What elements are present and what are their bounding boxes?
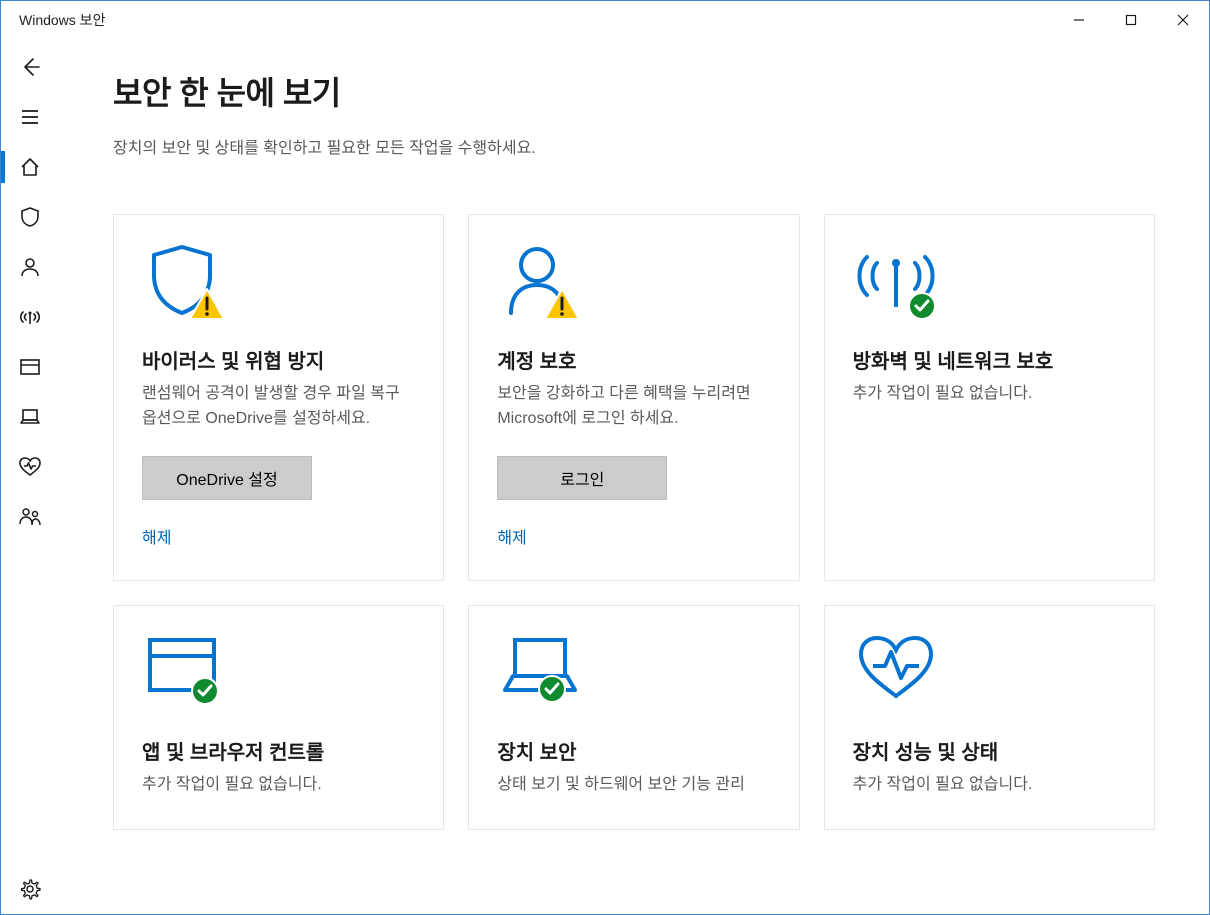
shield-icon xyxy=(19,206,41,228)
check-badge-icon xyxy=(907,291,937,321)
tile-account-protection[interactable]: 계정 보호 보안을 강화하고 다른 혜택을 누리려면 Microsoft에 로그… xyxy=(468,214,799,581)
minimize-button[interactable] xyxy=(1053,1,1105,38)
app-window-icon xyxy=(19,357,41,377)
page-subtitle: 장치의 보안 및 상태를 확인하고 필요한 모든 작업을 수행하세요. xyxy=(113,134,1155,158)
login-button[interactable]: 로그인 xyxy=(497,456,667,500)
nav-home[interactable] xyxy=(1,142,59,192)
heart-pulse-large-icon xyxy=(853,634,933,708)
check-badge-icon xyxy=(190,676,220,706)
warning-badge-icon xyxy=(188,287,226,321)
shield-warning-icon xyxy=(142,243,222,317)
nav-device-health[interactable] xyxy=(1,442,59,492)
person-icon xyxy=(19,256,41,278)
back-button[interactable] xyxy=(1,42,59,92)
tile-title: 장치 성능 및 상태 xyxy=(853,736,1126,765)
tile-desc: 추가 작업이 필요 없습니다. xyxy=(142,773,415,798)
gear-icon xyxy=(19,878,41,900)
app-window-ok-icon xyxy=(142,634,222,708)
window-title: Windows 보안 xyxy=(19,10,105,30)
maximize-button[interactable] xyxy=(1105,1,1157,38)
nav-rail xyxy=(1,38,59,914)
minimize-icon xyxy=(1073,14,1085,26)
nav-app-browser[interactable] xyxy=(1,342,59,392)
tiles-grid: 바이러스 및 위협 방지 랜섬웨어 공격이 발생할 경우 파일 복구 옵션으로 … xyxy=(113,214,1155,830)
tile-desc: 랜섬웨어 공격이 발생할 경우 파일 복구 옵션으로 OneDrive를 설정하… xyxy=(142,382,415,432)
heart-pulse-icon xyxy=(18,456,42,478)
network-icon xyxy=(18,306,42,328)
titlebar: Windows 보안 xyxy=(1,1,1209,38)
tile-desc: 추가 작업이 필요 없습니다. xyxy=(853,382,1126,407)
person-warning-icon xyxy=(497,243,577,317)
hamburger-icon xyxy=(20,107,40,127)
close-button[interactable] xyxy=(1157,1,1209,38)
tile-desc: 추가 작업이 필요 없습니다. xyxy=(853,773,1126,798)
tile-desc: 상태 보기 및 하드웨어 보안 기능 관리 xyxy=(497,773,770,798)
tile-virus-protection[interactable]: 바이러스 및 위협 방지 랜섬웨어 공격이 발생할 경우 파일 복구 옵션으로 … xyxy=(113,214,444,581)
tile-device-health[interactable]: 장치 성능 및 상태 추가 작업이 필요 없습니다. xyxy=(824,605,1155,831)
tile-desc: 보안을 강화하고 다른 혜택을 누리려면 Microsoft에 로그인 하세요. xyxy=(497,382,770,432)
dismiss-link[interactable]: 해제 xyxy=(497,524,770,548)
warning-badge-icon xyxy=(543,287,581,321)
nav-device-security[interactable] xyxy=(1,392,59,442)
tile-firewall[interactable]: 방화벽 및 네트워크 보호 추가 작업이 필요 없습니다. xyxy=(824,214,1155,581)
page-title: 보안 한 눈에 보기 xyxy=(113,68,1155,114)
nav-settings[interactable] xyxy=(1,864,59,914)
app-window: Windows 보안 xyxy=(0,0,1210,915)
people-icon xyxy=(18,506,42,528)
nav-family-options[interactable] xyxy=(1,492,59,542)
tile-title: 장치 보안 xyxy=(497,736,770,765)
nav-firewall[interactable] xyxy=(1,292,59,342)
tile-title: 바이러스 및 위협 방지 xyxy=(142,345,415,374)
laptop-icon xyxy=(18,407,42,427)
tile-title: 계정 보호 xyxy=(497,345,770,374)
nav-menu-button[interactable] xyxy=(1,92,59,142)
tile-app-browser[interactable]: 앱 및 브라우저 컨트롤 추가 작업이 필요 없습니다. xyxy=(113,605,444,831)
network-ok-icon xyxy=(853,243,933,317)
check-badge-icon xyxy=(537,674,567,704)
onedrive-setup-button[interactable]: OneDrive 설정 xyxy=(142,456,312,500)
tile-title: 방화벽 및 네트워크 보호 xyxy=(853,345,1126,374)
maximize-icon xyxy=(1125,14,1137,26)
tile-device-security[interactable]: 장치 보안 상태 보기 및 하드웨어 보안 기능 관리 xyxy=(468,605,799,831)
nav-virus-protection[interactable] xyxy=(1,192,59,242)
nav-account-protection[interactable] xyxy=(1,242,59,292)
home-icon xyxy=(19,156,41,178)
tile-title: 앱 및 브라우저 컨트롤 xyxy=(142,736,415,765)
laptop-ok-icon xyxy=(497,634,577,708)
close-icon xyxy=(1177,14,1189,26)
main-content[interactable]: 보안 한 눈에 보기 장치의 보안 및 상태를 확인하고 필요한 모든 작업을 … xyxy=(59,38,1209,914)
back-arrow-icon xyxy=(19,56,41,78)
dismiss-link[interactable]: 해제 xyxy=(142,524,415,548)
